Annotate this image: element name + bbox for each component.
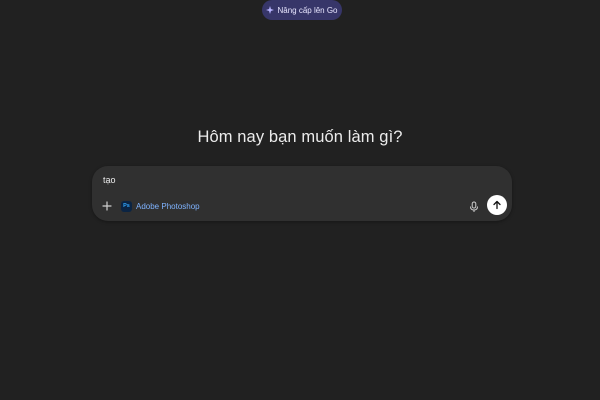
photoshop-tool-chip[interactable]: Ps Adobe Photoshop <box>121 199 200 213</box>
photoshop-icon: Ps <box>121 200 132 212</box>
sparkle-icon <box>266 6 275 14</box>
plus-icon[interactable] <box>100 199 114 213</box>
composer: tạo Ps Adobe Photoshop <box>92 166 512 221</box>
upgrade-label: Nâng cấp lên Go <box>277 5 338 15</box>
tool-chip-label: Adobe Photoshop <box>136 201 200 211</box>
microphone-icon[interactable] <box>468 200 480 212</box>
arrow-up-icon <box>493 200 501 210</box>
upgrade-button[interactable]: Nâng cấp lên Go <box>262 0 342 20</box>
message-input[interactable]: tạo <box>103 175 116 185</box>
send-button[interactable] <box>487 195 507 215</box>
page-heading: Hôm nay bạn muốn làm gì? <box>197 128 403 146</box>
composer-toolbar: Ps Adobe Photoshop <box>92 195 512 216</box>
page: Nâng cấp lên Go Hôm nay bạn muốn làm gì?… <box>0 0 600 400</box>
